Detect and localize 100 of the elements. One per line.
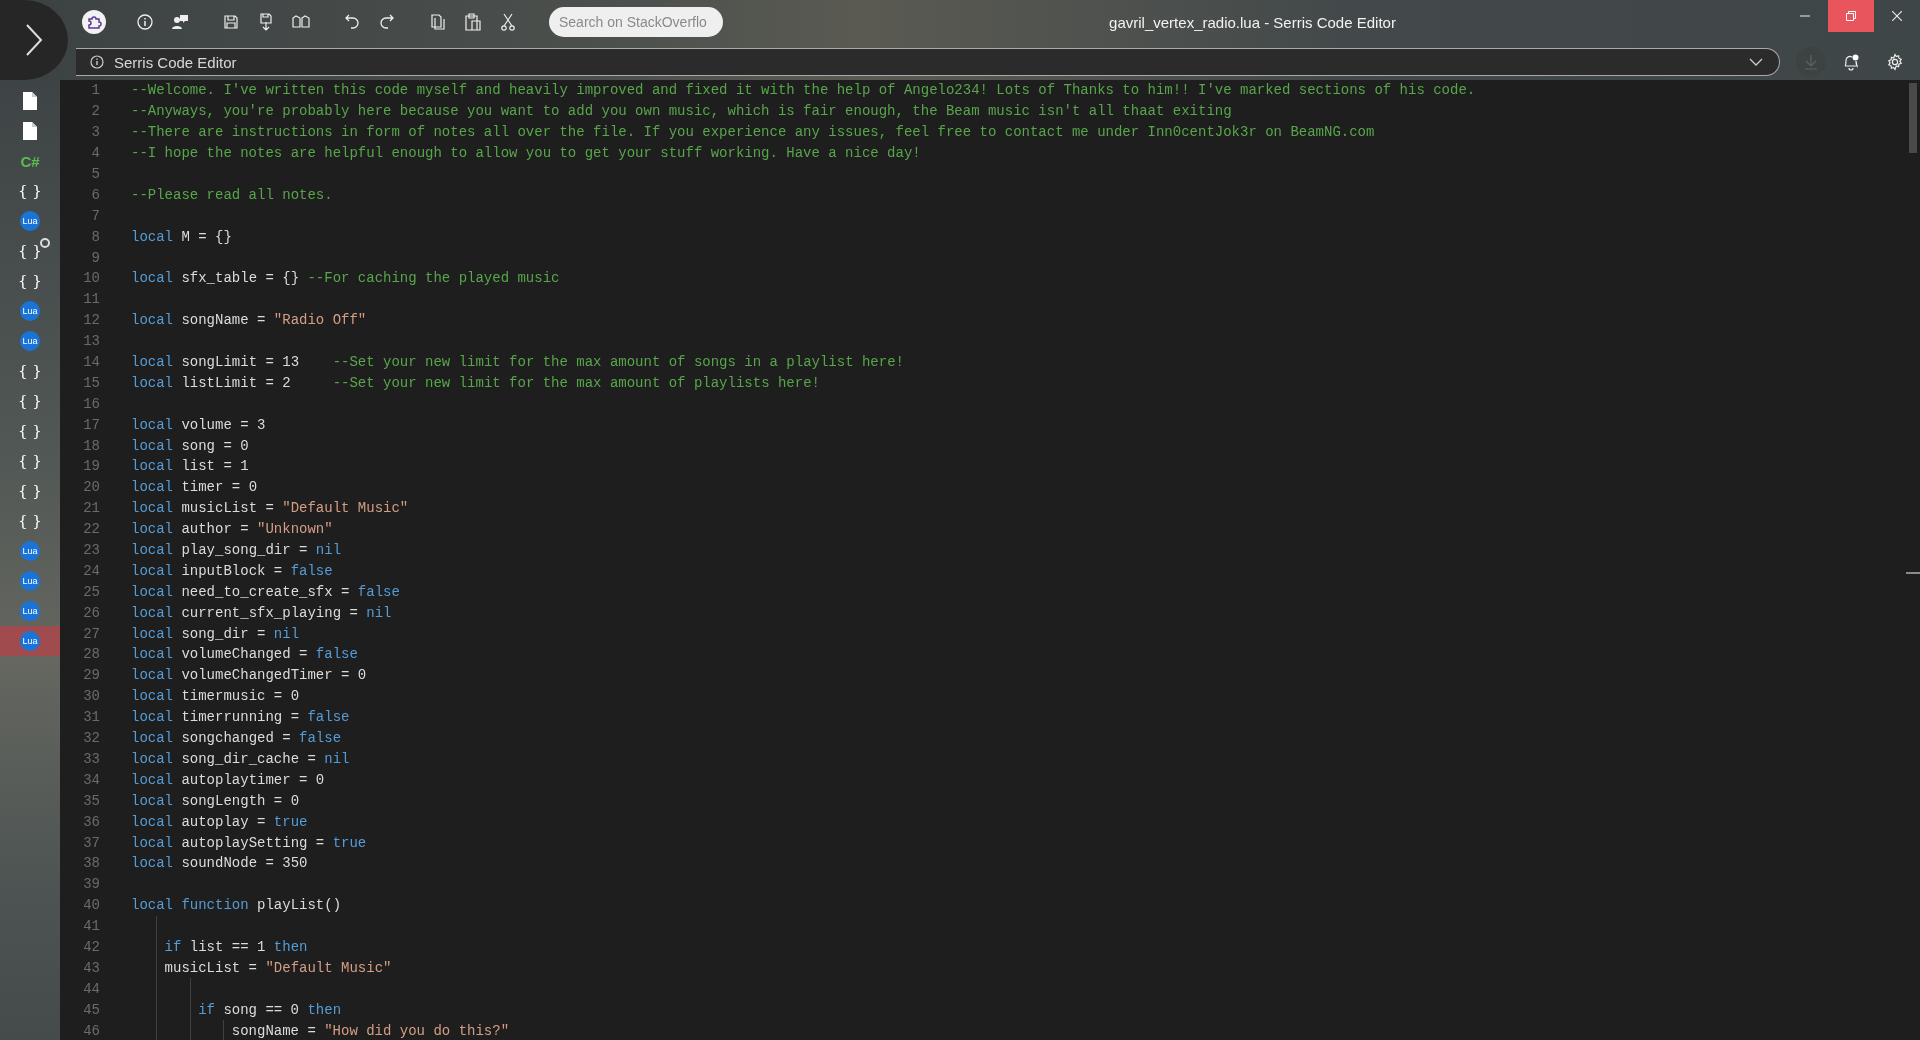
code-line: --Anyways, you're probably here because you want to add you own music, which is fair enough, the Beam music isn't all thaat exiting [131, 103, 1232, 120]
open-file-tab[interactable]: { } [0, 386, 60, 416]
line-number: 11 [82, 291, 100, 308]
code-line: local songLimit = 13 --Set your new limit for the max amount of songs in a playlist here! [131, 354, 904, 370]
code-line: local current_sfx_playing = nil [131, 604, 392, 621]
settings-icon [1886, 53, 1904, 71]
line-number: 45 [82, 1001, 100, 1018]
code-line: local volumeChanged = false [131, 646, 358, 663]
open-file-tab[interactable]: { } [0, 476, 60, 506]
code-line: local M = {} [131, 228, 232, 245]
bell-with-dot-icon [1842, 53, 1860, 71]
open-file-tab[interactable]: { } [0, 356, 60, 386]
code-line: local function playList() [131, 897, 342, 914]
line-number: 24 [82, 562, 100, 579]
open-file-tab[interactable]: Lua [0, 626, 60, 656]
line-number: 4 [90, 145, 100, 162]
undo-icon [343, 13, 360, 31]
code-line: local songName = "Radio Off" [131, 312, 367, 329]
save-down-icon [257, 13, 274, 31]
open-file-tab[interactable]: { } [0, 236, 60, 266]
info-icon [136, 14, 153, 30]
info-icon [90, 55, 104, 69]
code-line: local song_dir_cache = nil [131, 750, 350, 767]
code-line: local sfx_table = {} --For caching the played music [131, 270, 560, 287]
line-number: 42 [82, 938, 100, 955]
open-file-tab[interactable]: Lua [0, 536, 60, 566]
code-line: --There are instructions in form of notes all over the file. If you experience any issues, feel free to contact me under Inn0centJok3r on BeamNG.com [131, 124, 1375, 141]
line-number: 27 [82, 625, 100, 642]
restore-button[interactable] [1828, 0, 1874, 32]
line-number: 46 [82, 1022, 100, 1039]
code-line: local timerrunning = false [131, 709, 350, 726]
line-number: 36 [82, 813, 100, 830]
download-icon [1804, 54, 1818, 70]
book-icon [291, 15, 310, 29]
address-text: Serris Code Editor [114, 53, 238, 71]
code-line: songName = "How did you do this?" [231, 1022, 510, 1039]
open-file-tab[interactable]: Lua [0, 596, 60, 626]
code-line: local autoplay = true [131, 813, 308, 830]
code-line: local autoplaySetting = true [131, 834, 367, 851]
line-number: 35 [82, 792, 100, 809]
address-bar[interactable]: Serris Code Editor [76, 48, 1780, 76]
line-number: 32 [82, 730, 100, 747]
line-number: 12 [82, 312, 100, 329]
line-number: 28 [82, 646, 100, 663]
code-line: local songLength = 0 [131, 792, 300, 809]
open-file-tab[interactable]: Lua [0, 296, 60, 326]
code-line: local listLimit = 2 --Set your new limit for the max amount of playlists here! [131, 374, 820, 391]
code-line: --I hope the notes are helpful enough to allow you to get your stuff working. Have a nice day! [131, 145, 921, 162]
open-file-tab[interactable]: { } [0, 176, 60, 206]
document-icon [23, 122, 37, 140]
chevron-down-icon [1749, 58, 1763, 66]
document-icon [23, 92, 37, 110]
open-file-tab[interactable]: Lua [0, 206, 60, 236]
open-file-tab[interactable]: { } [0, 446, 60, 476]
code-line: if song == 0 then [198, 1001, 342, 1018]
code-line: local song_dir = nil [131, 625, 300, 642]
line-number: 8 [90, 228, 100, 245]
line-number: 25 [82, 583, 100, 600]
line-number: 38 [82, 855, 100, 872]
line-number: 33 [82, 750, 100, 767]
restore-icon [1846, 11, 1856, 21]
close-icon [1892, 11, 1902, 21]
line-number: 3 [90, 124, 100, 141]
line-number: 6 [90, 186, 100, 203]
code-line: local volume = 3 [131, 416, 266, 433]
open-file-tab[interactable]: { } [0, 416, 60, 446]
line-number: 40 [82, 897, 100, 914]
line-number: 23 [82, 542, 100, 559]
line-number: 26 [82, 604, 100, 621]
open-file-tab[interactable]: { } [0, 266, 60, 296]
code-line: local inputBlock = false [131, 562, 333, 579]
search-field[interactable]: Search on StackOverflo [549, 7, 723, 37]
line-number: 21 [82, 500, 100, 517]
line-number: 17 [82, 416, 100, 433]
open-file-tab[interactable]: { } [0, 506, 60, 536]
line-number: 5 [90, 166, 100, 182]
code-line: if list == 1 then [164, 938, 308, 955]
line-number: 18 [82, 437, 100, 454]
code-line: --Please read all notes. [131, 186, 333, 203]
redo-icon [378, 13, 395, 31]
paste-icon [463, 13, 482, 31]
line-number: 34 [82, 771, 100, 788]
scrollbar-thumb[interactable] [1909, 83, 1917, 153]
code-line: local list = 1 [131, 458, 249, 475]
code-line: local volumeChangedTimer = 0 [131, 667, 367, 684]
code-line: local author = "Unknown" [131, 521, 333, 538]
code-line: local autoplaytimer = 0 [131, 771, 325, 788]
line-number: 41 [82, 918, 100, 935]
save-icon [222, 14, 239, 30]
code-line: local timermusic = 0 [131, 688, 300, 705]
open-file-tab[interactable]: Lua [0, 566, 60, 596]
line-number: 29 [82, 667, 100, 684]
line-number: 43 [82, 959, 100, 976]
line-number: 30 [82, 688, 100, 705]
open-file-tab[interactable]: Lua [0, 326, 60, 356]
line-number: 20 [82, 479, 100, 496]
puzzle-icon [85, 14, 102, 30]
line-number: 10 [82, 270, 100, 287]
open-file-tab[interactable]: C# [0, 146, 60, 176]
line-number: 9 [90, 249, 100, 266]
